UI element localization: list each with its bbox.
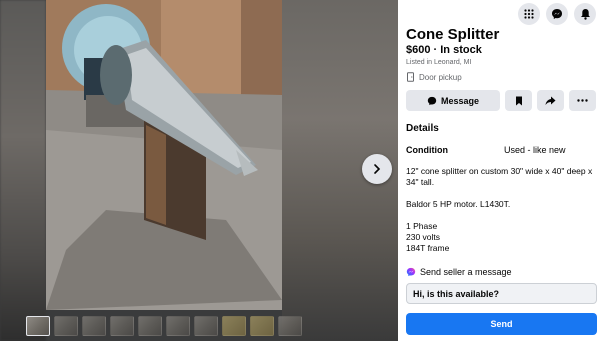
share-button[interactable] bbox=[537, 90, 564, 111]
top-bar bbox=[518, 3, 596, 25]
next-photo-button[interactable] bbox=[362, 154, 392, 184]
message-button-label: Message bbox=[440, 95, 480, 106]
messenger-icon bbox=[406, 267, 416, 277]
more-button[interactable] bbox=[569, 90, 596, 111]
message-button[interactable]: Message bbox=[406, 90, 500, 111]
listing-details-panel: Cone Splitter $600 · In stock Listed in … bbox=[398, 0, 600, 341]
cone-splitter-photo bbox=[46, 0, 282, 310]
thumbnail[interactable] bbox=[194, 316, 218, 336]
more-icon bbox=[577, 99, 588, 102]
thumbnail[interactable] bbox=[110, 316, 134, 336]
grid-icon bbox=[524, 9, 534, 19]
messenger-icon bbox=[552, 9, 562, 19]
message-input[interactable]: Hi, is this available? bbox=[406, 283, 597, 304]
thumbnail[interactable] bbox=[54, 316, 78, 336]
messenger-icon bbox=[427, 96, 437, 105]
listing-location[interactable]: Listed in Leonard, MI bbox=[406, 59, 471, 66]
bell-icon bbox=[580, 9, 590, 20]
thumbnail-strip bbox=[26, 316, 302, 338]
condition-label: Condition bbox=[406, 145, 448, 155]
notifications-button[interactable] bbox=[574, 3, 596, 25]
pickup-label: Door pickup bbox=[419, 72, 462, 82]
listing-description: 12" cone splitter on custom 30" wide x 4… bbox=[406, 166, 596, 265]
bookmark-icon bbox=[515, 96, 522, 105]
thumbnail[interactable] bbox=[138, 316, 162, 336]
thumbnail[interactable] bbox=[278, 316, 302, 336]
description-paragraph: 12" cone splitter on custom 30" wide x 4… bbox=[406, 166, 593, 187]
media-viewer bbox=[0, 0, 398, 341]
messenger-button[interactable] bbox=[546, 3, 568, 25]
photo-blur-left bbox=[0, 0, 46, 341]
thumbnail[interactable] bbox=[26, 316, 50, 336]
send-button[interactable]: Send bbox=[406, 313, 597, 335]
thumbnail[interactable] bbox=[166, 316, 190, 336]
description-paragraph: 1 Phase 230 volts 184T frame bbox=[406, 221, 450, 253]
thumbnail[interactable] bbox=[222, 316, 246, 336]
menu-button[interactable] bbox=[518, 3, 540, 25]
listing-price: $600 · In stock bbox=[406, 44, 482, 56]
listing-title: Cone Splitter bbox=[406, 26, 500, 43]
listing-photo bbox=[46, 0, 282, 310]
action-bar: Message bbox=[406, 90, 596, 111]
share-icon bbox=[545, 96, 556, 105]
save-button[interactable] bbox=[505, 90, 532, 111]
description-paragraph: Baldor 5 HP motor. L1430T. bbox=[406, 199, 511, 209]
send-seller-label: Send seller a message bbox=[420, 267, 512, 277]
details-heading: Details bbox=[406, 123, 439, 134]
condition-value: Used - like new bbox=[504, 145, 566, 155]
pickup-info: Door pickup bbox=[406, 72, 462, 82]
thumbnail[interactable] bbox=[250, 316, 274, 336]
chevron-right-icon bbox=[374, 164, 381, 174]
send-seller-header: Send seller a message bbox=[406, 267, 512, 277]
thumbnail[interactable] bbox=[82, 316, 106, 336]
door-icon bbox=[407, 72, 414, 82]
